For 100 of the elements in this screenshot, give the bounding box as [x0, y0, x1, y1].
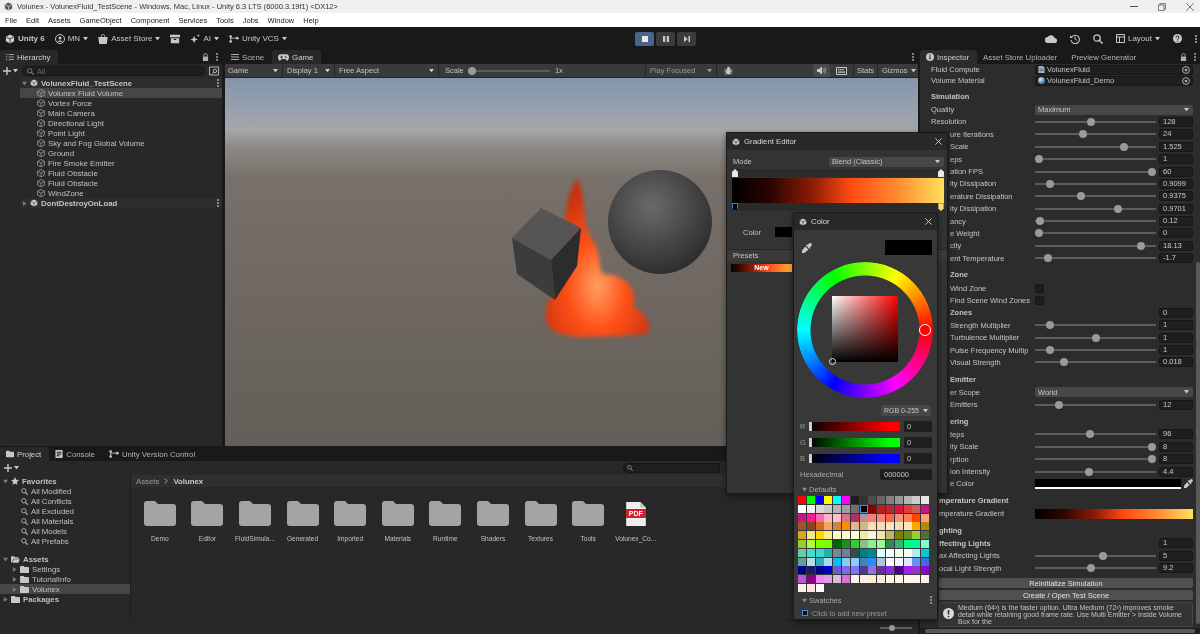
color-swatch-icon[interactable] — [885, 504, 894, 513]
checkbox[interactable] — [1035, 283, 1044, 293]
color-swatch-icon[interactable] — [885, 557, 894, 566]
folder-icon[interactable] — [286, 501, 319, 526]
color-swatch-icon[interactable] — [912, 540, 921, 548]
color-swatch-icon[interactable] — [824, 522, 833, 531]
color-swatch-icon[interactable] — [824, 513, 833, 522]
color-swatch-icon[interactable] — [877, 540, 886, 548]
color-swatch-icon[interactable] — [798, 566, 806, 575]
color-swatch-icon[interactable] — [798, 575, 806, 584]
slider-track[interactable] — [1035, 217, 1156, 226]
ai-dropdown[interactable]: AI — [190, 31, 220, 46]
color-swatch-icon[interactable] — [798, 540, 806, 548]
color-swatch-icon[interactable] — [806, 566, 815, 575]
color-swatch-icon[interactable] — [912, 557, 921, 566]
slider-track[interactable] — [1035, 400, 1156, 409]
color-swatch-icon[interactable] — [859, 496, 868, 504]
color-swatch-icon[interactable] — [833, 496, 842, 504]
channel-slider-track[interactable] — [809, 422, 900, 431]
color-swatch-icon[interactable] — [921, 566, 930, 575]
color-swatch-icon[interactable] — [824, 557, 833, 566]
color-swatch-icon[interactable] — [806, 513, 815, 522]
color-swatch-icon[interactable] — [815, 522, 824, 531]
color-swatch-icon[interactable] — [850, 504, 859, 513]
color-swatch-icon[interactable] — [903, 548, 912, 557]
slider-thumb[interactable] — [1086, 564, 1095, 573]
color-swatch-icon[interactable] — [868, 504, 877, 513]
channel-slider-track[interactable] — [809, 454, 900, 463]
lock-icon[interactable] — [1180, 53, 1187, 61]
color-swatch-icon[interactable] — [877, 531, 886, 540]
slider-thumb[interactable] — [1035, 155, 1043, 164]
color-swatch-icon[interactable] — [868, 540, 877, 548]
color-swatch-icon[interactable] — [842, 548, 850, 557]
color-swatch-icon[interactable] — [859, 548, 868, 557]
account-dropdown[interactable]: MN — [54, 31, 89, 46]
lock-icon[interactable] — [202, 53, 209, 61]
color-swatch-icon[interactable] — [894, 504, 903, 513]
color-swatch-icon[interactable] — [921, 557, 930, 566]
color-swatch-icon[interactable] — [815, 540, 824, 548]
color-swatch-icon[interactable] — [885, 575, 894, 584]
color-swatch-icon[interactable] — [912, 504, 921, 513]
preset-swatch-icon[interactable] — [802, 610, 808, 617]
color-swatch-icon[interactable] — [842, 496, 850, 504]
color-swatch-icon[interactable] — [912, 513, 921, 522]
color-swatch-icon[interactable] — [806, 583, 815, 592]
color-swatch-icon[interactable] — [877, 575, 886, 584]
color-swatch-icon[interactable] — [824, 566, 833, 575]
slider-thumb[interactable] — [1091, 333, 1100, 342]
color-swatch-icon[interactable] — [912, 575, 921, 584]
color-swatch-icon[interactable] — [833, 531, 842, 540]
color-swatch-icon[interactable] — [850, 513, 859, 522]
color-swatch-icon[interactable] — [798, 522, 806, 531]
slider-thumb[interactable] — [1046, 179, 1055, 188]
color-key-handle[interactable] — [938, 203, 944, 211]
color-swatch-icon[interactable] — [868, 513, 877, 522]
slider-thumb[interactable] — [1059, 358, 1068, 367]
color-swatch-icon[interactable] — [798, 548, 806, 557]
horizontal-scrollbar[interactable] — [920, 628, 1200, 634]
color-swatch-icon[interactable] — [921, 513, 930, 522]
color-swatch-icon[interactable] — [903, 522, 912, 531]
folder-icon[interactable] — [143, 501, 176, 526]
color-swatch-icon[interactable] — [877, 522, 886, 531]
vertical-scrollbar[interactable] — [1196, 262, 1200, 624]
disclosure-triangle-icon[interactable] — [22, 80, 27, 86]
color-swatch-icon[interactable] — [833, 504, 842, 513]
eyedropper-icon[interactable] — [802, 242, 812, 253]
color-swatch-icon[interactable] — [877, 566, 886, 575]
keyboard-icon[interactable] — [835, 66, 847, 75]
color-swatch-icon[interactable] — [815, 548, 824, 557]
color-swatch-icon[interactable] — [903, 531, 912, 540]
slider-track[interactable] — [1035, 117, 1156, 126]
color-swatch-icon[interactable] — [921, 540, 930, 548]
color-swatch-icon[interactable] — [903, 540, 912, 548]
disclosure-triangle-icon[interactable] — [22, 200, 27, 206]
audio-button[interactable] — [812, 64, 830, 77]
color-field[interactable] — [1035, 478, 1181, 489]
color-swatch-icon[interactable] — [842, 504, 850, 513]
color-swatch-icon[interactable] — [815, 575, 824, 584]
color-swatch-icon[interactable] — [903, 566, 912, 575]
color-swatch-icon[interactable] — [894, 540, 903, 548]
stop-button[interactable] — [635, 31, 654, 46]
slider-thumb[interactable] — [1086, 117, 1095, 126]
color-swatch-icon[interactable] — [877, 548, 886, 557]
checkbox[interactable] — [1035, 295, 1044, 305]
color-swatch-icon[interactable] — [921, 531, 930, 540]
disclosure-triangle-icon[interactable] — [12, 566, 17, 572]
color-swatch-icon[interactable] — [798, 583, 806, 592]
folder-icon[interactable] — [334, 501, 367, 526]
color-swatch-icon[interactable] — [921, 522, 930, 531]
alpha-key-track[interactable] — [732, 169, 944, 177]
slider-thumb[interactable] — [1044, 254, 1053, 263]
color-swatch-icon[interactable] — [842, 575, 850, 584]
color-swatch-icon[interactable] — [912, 522, 921, 531]
color-swatch-icon[interactable] — [842, 540, 850, 548]
color-swatch-icon[interactable] — [815, 557, 824, 566]
color-swatch-icon[interactable] — [885, 540, 894, 548]
gradient-preview[interactable] — [732, 178, 944, 203]
color-swatch-icon[interactable] — [806, 575, 815, 584]
slider-thumb[interactable] — [809, 422, 812, 431]
color-swatch-icon[interactable] — [824, 575, 833, 584]
